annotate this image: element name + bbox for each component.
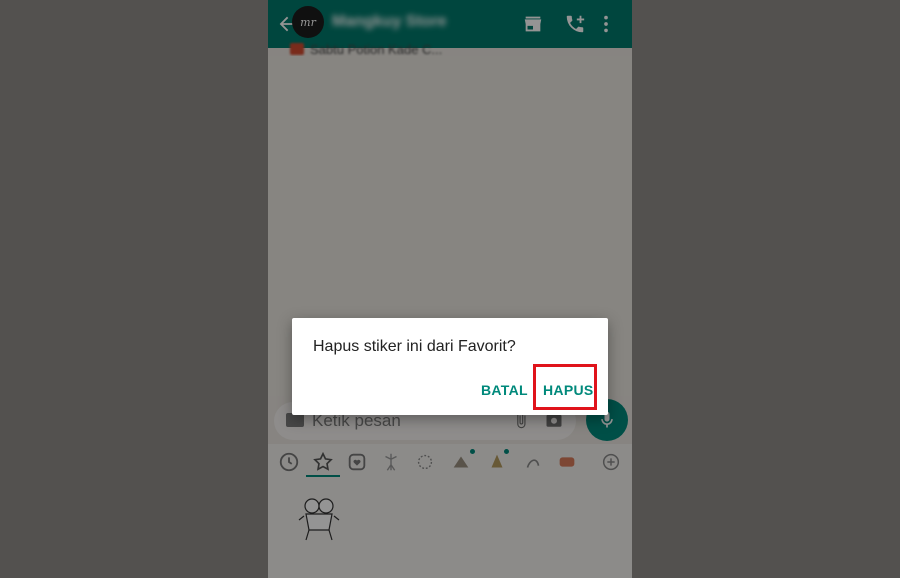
highlight-box (533, 364, 597, 410)
dialog-message: Hapus stiker ini dari Favorit? (313, 338, 516, 355)
dim-overlay[interactable] (0, 0, 900, 578)
cancel-button[interactable]: BATAL (481, 382, 528, 398)
